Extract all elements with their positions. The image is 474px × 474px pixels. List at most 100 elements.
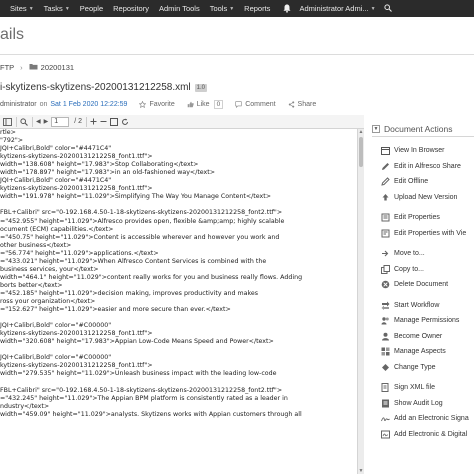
nav-reports[interactable]: Reports — [244, 4, 270, 13]
document-line: JQI+Calibri,Bold" color="#C00000" — [0, 354, 112, 362]
comment-button[interactable]: Comment — [235, 101, 276, 108]
move-icon — [380, 249, 390, 259]
page-number-input[interactable]: 1 — [51, 116, 70, 128]
action-audit[interactable]: Show Audit Log — [372, 396, 474, 412]
action-edit-properties-view[interactable]: Edit Properties with Vie — [372, 226, 474, 242]
document-line: width="320.608" height="17.983">Appian L… — [0, 338, 274, 346]
action-label: Change Type — [394, 363, 436, 371]
zoom-out-icon[interactable] — [100, 116, 107, 128]
document-line: kytizens-skytizens-20200131212258_font1.… — [0, 362, 153, 370]
action-move[interactable]: Move to... — [372, 246, 474, 262]
like-count: 0 — [213, 100, 224, 109]
bell-icon[interactable] — [282, 4, 291, 13]
breadcrumb-item-ftp[interactable]: FTP — [0, 63, 14, 72]
action-digital-signature[interactable]: Add Electronic & Digital — [372, 427, 474, 443]
document-scrollbar[interactable]: ▲ ▼ — [357, 129, 364, 474]
document-actions-panel: ▼ Document Actions View In Browser Edit i… — [372, 121, 474, 474]
scroll-thumb[interactable] — [359, 137, 363, 167]
scroll-up-icon[interactable]: ▲ — [358, 129, 364, 135]
chevron-down-icon: ▼ — [229, 5, 235, 12]
action-upload[interactable]: Upload New Version — [372, 190, 474, 206]
share-icon — [288, 101, 294, 108]
action-label: Edit Properties with Vie — [394, 229, 467, 237]
search-icon[interactable] — [383, 3, 392, 14]
action-view[interactable]: View In Browser — [372, 143, 474, 159]
action-delete[interactable]: Delete Document — [372, 277, 474, 293]
document-line: ="452.185" height="11.029">decision maki… — [0, 289, 259, 297]
nav-tasks[interactable]: Tasks ▼ — [44, 4, 70, 13]
document-line: FBL+Calibri" src="0-192.168.4.50-1-18-sk… — [0, 209, 283, 217]
delete-icon — [380, 280, 390, 290]
document-line: width="464.1" height="11.029">content re… — [0, 273, 303, 281]
version-badge: 1.0 — [194, 83, 207, 92]
chevron-down-icon: ▼ — [28, 5, 34, 12]
document-line: JQI+Calibri,Bold" color="#C00000" — [0, 322, 112, 330]
thumbs-up-icon — [187, 101, 194, 108]
action-label: View In Browser — [394, 147, 445, 155]
favorite-button[interactable]: Favorite — [139, 101, 175, 108]
action-signature[interactable]: Add an Electronic Signa — [372, 411, 474, 427]
document-actions-header[interactable]: ▼ Document Actions — [372, 121, 474, 137]
action-label: Add an Electronic Signa — [394, 415, 469, 423]
permissions-icon — [380, 316, 390, 326]
action-label: Show Audit Log — [394, 399, 443, 407]
edit-offline-icon — [380, 177, 390, 187]
fit-page-icon[interactable] — [110, 116, 119, 128]
search-in-document-icon[interactable] — [20, 116, 28, 128]
star-icon — [139, 101, 147, 108]
document-line: kytizens-skytizens-20200131212258_font1.… — [0, 153, 153, 161]
document-line: ="152.627" height="11.029">easier and mo… — [0, 306, 231, 314]
change-type-icon — [380, 362, 390, 372]
document-line: ndustry</text> — [0, 402, 50, 410]
scroll-down-icon[interactable]: ▼ — [358, 468, 364, 474]
document-meta: dministrator on Sat 1 Feb 2020 12:22:59 … — [0, 100, 317, 109]
nav-repository[interactable]: Repository — [113, 4, 149, 13]
workflow-icon — [380, 300, 390, 310]
action-edit-properties[interactable]: Edit Properties — [372, 210, 474, 226]
document-line: width="279.535" height="11.029">Unleash … — [0, 370, 277, 378]
like-button[interactable]: Like — [187, 101, 210, 108]
document-name: i-skytizens-skytizens-20200131212258.xml — [0, 82, 191, 93]
document-title: i-skytizens-skytizens-20200131212258.xml… — [0, 82, 207, 93]
action-label: Move to... — [394, 250, 425, 258]
refresh-icon[interactable] — [121, 116, 129, 128]
nav-admin-tools[interactable]: Admin Tools — [159, 4, 200, 13]
action-owner[interactable]: Become Owner — [372, 329, 474, 345]
zoom-in-icon[interactable] — [90, 116, 97, 128]
action-change-type[interactable]: Change Type — [372, 360, 474, 376]
sidebar-toggle-icon[interactable] — [3, 116, 12, 128]
next-page-icon[interactable]: ▶ — [44, 116, 49, 128]
document-line: width="459.09" height="11.029">analysts.… — [0, 410, 302, 418]
upload-icon — [380, 192, 390, 202]
nav-tools[interactable]: Tools ▼ — [210, 4, 234, 13]
collapse-icon[interactable]: ▼ — [372, 124, 380, 133]
document-preview: rtle> "792"> JQI+Calibri,Bold" color="#447… — [0, 129, 356, 474]
breadcrumb: FTP › 20200131 — [0, 63, 74, 72]
edit-properties-view-icon — [380, 228, 390, 238]
previous-page-icon[interactable]: ◀ — [36, 116, 41, 128]
document-line: width="138.608" height="17.983">Stop Col… — [0, 161, 199, 169]
nav-sites[interactable]: Sites ▼ — [10, 4, 34, 13]
action-permissions[interactable]: Manage Permissions — [372, 313, 474, 329]
action-workflow[interactable]: Start Workflow — [372, 298, 474, 314]
action-copy[interactable]: Copy to... — [372, 262, 474, 278]
breadcrumb-item-folder[interactable]: 20200131 — [41, 63, 74, 72]
action-label: Edit in Alfresco Share — [394, 162, 461, 170]
nav-people[interactable]: People — [80, 4, 103, 13]
action-aspects[interactable]: Manage Aspects — [372, 344, 474, 360]
view-icon — [380, 146, 390, 156]
action-sign[interactable]: Sign XML file — [372, 380, 474, 396]
action-edit-offline[interactable]: Edit Offline — [372, 174, 474, 190]
comment-icon — [235, 101, 242, 108]
edit-icon — [380, 161, 390, 171]
action-edit[interactable]: Edit in Alfresco Share — [372, 159, 474, 175]
edit-properties-icon — [380, 213, 390, 223]
document-line: ocument (ECM) capabilities.</text> — [0, 225, 114, 233]
user-menu[interactable]: Administrator Admi... ▼ — [299, 4, 375, 13]
page-total: / 2 — [74, 118, 83, 125]
modifier-name[interactable]: dministrator — [0, 101, 37, 108]
document-line: FBL+Calibri" src="0-192.168.4.50-1-18-sk… — [0, 386, 283, 394]
share-button[interactable]: Share — [288, 101, 316, 108]
